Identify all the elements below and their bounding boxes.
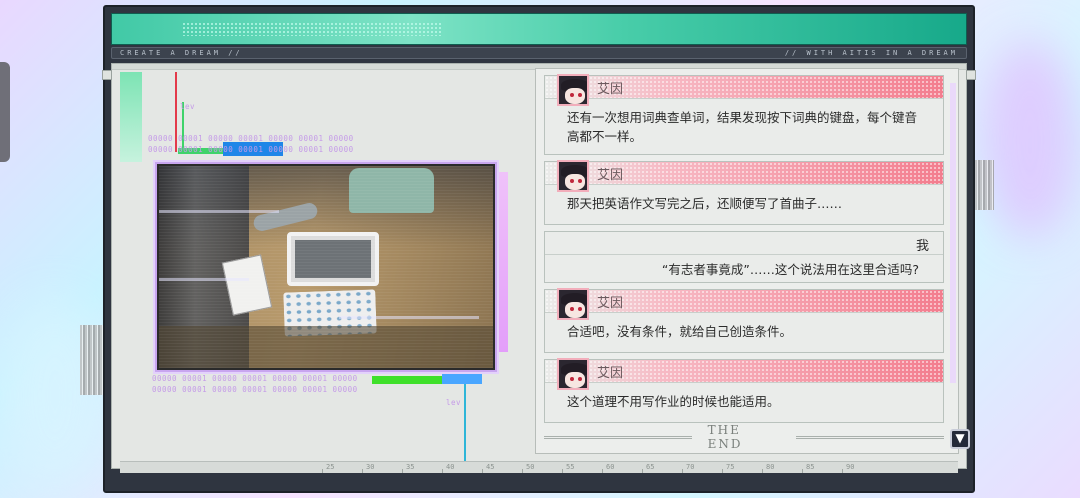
dialogue-text: 合适吧，没有条件，就给自己创造条件。 [567, 324, 793, 339]
avatar [557, 74, 589, 106]
green-bar [372, 376, 442, 384]
speaker-name: 艾因 [597, 366, 624, 381]
ruler-tick [842, 469, 843, 473]
ruler-label: 35 [406, 463, 415, 471]
ruler-label: 65 [646, 463, 655, 471]
speaker-name: 艾因 [597, 82, 624, 97]
avatar [557, 358, 589, 390]
ruler-tick [362, 469, 363, 473]
ruler-label: 55 [566, 463, 575, 471]
ruler-label: 80 [766, 463, 775, 471]
glow-bar [120, 72, 142, 162]
top-bar [111, 13, 967, 45]
ruler-label: 45 [486, 463, 495, 471]
binary-text: 00000 00001 00000 00001 00000 00001 0000… [148, 134, 354, 143]
ruler-tick [482, 469, 483, 473]
speaker-name: 艾因 [597, 168, 624, 183]
glow-bar [494, 172, 508, 352]
ruler-tick [442, 469, 443, 473]
strip-right-text: // WITH AITIS IN A DREAM [784, 49, 958, 57]
end-marker: THE END [544, 423, 945, 451]
binary-side: lev [180, 102, 196, 111]
ruler-label: 25 [326, 463, 335, 471]
end-label: THE END [707, 423, 743, 451]
binary-text: 00000 00001 00000 00001 00000 00001 0000… [152, 385, 358, 394]
ruler-label: 90 [846, 463, 855, 471]
window-button[interactable] [102, 70, 112, 80]
ruler-tick [802, 469, 803, 473]
log-entry: 艾因 这个道理不用写作业的时候也能适用。 [544, 358, 944, 423]
ruler-tick [682, 469, 683, 473]
ruler-tick [322, 469, 323, 473]
dialogue-log[interactable]: 艾因 还有一次想用词典查单词，结果发现按下词典的键盘，每个键音高都不一样。 艾因… [535, 68, 959, 454]
title-strip: CREATE A DREAM // // WITH AITIS IN A DRE… [111, 47, 967, 59]
dialogue-text: 这个道理不用写作业的时候也能适用。 [567, 394, 780, 409]
device-frame: CREATE A DREAM // // WITH AITIS IN A DRE… [102, 5, 976, 493]
dot-pattern [182, 22, 442, 36]
ruler-label: 40 [446, 463, 455, 471]
dialogue-text: 还有一次想用词典查单词，结果发现按下词典的键盘，每个键音高都不一样。 [567, 110, 918, 144]
scanlines [159, 166, 493, 368]
game-screen: { "strip": { "left_text": "CREATE A DREA… [0, 0, 1080, 498]
visual-panel: 00000 00001 00000 00001 00000 00001 0000… [120, 72, 528, 464]
binary-side: lev [446, 398, 462, 407]
avatar [557, 288, 589, 320]
strip-left-text: CREATE A DREAM // [120, 49, 243, 57]
ruler-label: 75 [726, 463, 735, 471]
ruler-tick [562, 469, 563, 473]
dialogue-text: 那天把英语作文写完之后，还顺便写了首曲子…… [567, 196, 843, 211]
window-button[interactable] [966, 70, 976, 80]
binary-text: 00000 00001 00000 00001 00000 00001 0000… [152, 374, 358, 383]
scrollbar[interactable] [950, 83, 956, 383]
strip-dots [252, 51, 775, 55]
side-handle[interactable] [0, 62, 10, 162]
ruler-label: 60 [606, 463, 615, 471]
blue-bar [442, 372, 482, 384]
ruler-tick [402, 469, 403, 473]
ruler-label: 50 [526, 463, 535, 471]
ruler-tick [642, 469, 643, 473]
speaker-name: 我 [915, 239, 929, 254]
log-entry: 艾因 还有一次想用词典查单词，结果发现按下词典的键盘，每个键音高都不一样。 [544, 74, 944, 155]
cg-photo [157, 164, 495, 370]
log-entry-player: 我 “有志者事竟成”……这个说法用在这里合适吗? [544, 231, 944, 283]
avatar [557, 160, 589, 192]
log-entry: 艾因 合适吧，没有条件，就给自己创造条件。 [544, 288, 944, 353]
chevron-down-icon: ▼ [955, 431, 965, 445]
ruler-tick [722, 469, 723, 473]
ruler-label: 70 [686, 463, 695, 471]
glitch-noise [80, 325, 104, 395]
log-entry: 艾因 那天把英语作文写完之后，还顺便写了首曲子…… [544, 160, 944, 225]
dialogue-text: “有志者事竟成”……这个说法用在这里合适吗? [661, 262, 919, 277]
screen: 00000 00001 00000 00001 00000 00001 0000… [102, 63, 976, 473]
ruler-tick [602, 469, 603, 473]
ruler-label: 85 [806, 463, 815, 471]
speaker-name: 艾因 [597, 296, 624, 311]
ruler: 25 30 35 40 45 50 55 60 65 70 75 80 85 90 [120, 461, 958, 473]
ruler-tick [522, 469, 523, 473]
binary-text: 00000 00001 00000 00001 00000 00001 0000… [148, 145, 354, 154]
ruler-tick [762, 469, 763, 473]
ruler-label: 30 [366, 463, 375, 471]
scroll-down-button[interactable]: ▼ [950, 429, 970, 449]
